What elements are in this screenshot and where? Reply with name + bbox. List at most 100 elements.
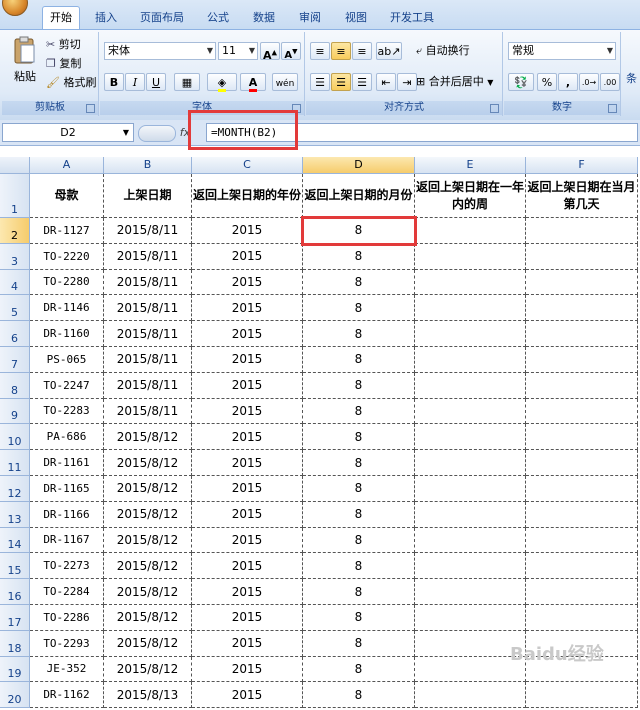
header-cell[interactable]: 返回上架日期的月份 (303, 174, 415, 218)
table-cell[interactable]: 2015/8/12 (104, 501, 192, 528)
row-header[interactable]: 20 (0, 682, 30, 709)
row-header[interactable]: 3 (0, 243, 30, 270)
office-button[interactable] (0, 0, 30, 18)
table-cell[interactable]: 2015 (192, 218, 303, 244)
table-cell[interactable]: 2015 (192, 269, 303, 296)
table-cell[interactable]: 2015 (192, 605, 303, 631)
table-cell[interactable] (526, 682, 638, 709)
table-cell[interactable]: 2015/8/12 (104, 450, 192, 476)
table-cell[interactable] (526, 372, 638, 399)
table-cell[interactable]: 2015/8/12 (104, 579, 192, 605)
align-center-button[interactable]: ☰ (331, 73, 351, 91)
table-cell[interactable]: PA-686 (30, 424, 104, 451)
align-right-button[interactable]: ☰ (352, 73, 372, 91)
table-cell[interactable]: 2015 (192, 476, 303, 502)
percent-button[interactable]: % (537, 73, 557, 91)
column-header-f[interactable]: F (526, 157, 638, 174)
table-cell[interactable]: 2015/8/11 (104, 347, 192, 373)
number-format-combo[interactable]: 常规 ▼ (508, 42, 616, 60)
table-cell[interactable]: 2015 (192, 398, 303, 425)
table-cell[interactable] (526, 605, 638, 631)
table-cell[interactable]: TO-2293 (30, 630, 104, 657)
table-cell[interactable]: 2015/8/12 (104, 605, 192, 631)
header-cell[interactable]: 母款 (30, 174, 104, 218)
table-cell[interactable]: TO-2284 (30, 579, 104, 605)
table-cell[interactable]: 8 (303, 605, 415, 631)
table-cell[interactable]: 2015 (192, 243, 303, 270)
table-cell[interactable]: 2015/8/12 (104, 630, 192, 657)
tab-insert[interactable]: 插入 (88, 8, 124, 28)
table-cell[interactable] (415, 682, 526, 709)
table-cell[interactable]: TO-2286 (30, 605, 104, 631)
decrease-indent-button[interactable]: ⇤ (376, 73, 396, 91)
comma-button[interactable]: , (558, 73, 578, 91)
cut-button[interactable]: ✂ 剪切 (46, 36, 81, 54)
table-cell[interactable] (526, 450, 638, 476)
table-cell[interactable] (526, 295, 638, 322)
italic-button[interactable]: I (125, 73, 145, 91)
row-header[interactable]: 9 (0, 398, 30, 425)
table-cell[interactable] (526, 398, 638, 425)
table-cell[interactable] (526, 347, 638, 373)
table-cell[interactable] (415, 269, 526, 296)
table-cell[interactable]: 2015/8/11 (104, 269, 192, 296)
row-header[interactable]: 6 (0, 321, 30, 347)
table-cell[interactable]: 2015/8/12 (104, 527, 192, 554)
table-cell[interactable]: 2015 (192, 656, 303, 683)
paste-button[interactable]: 粘贴 (8, 36, 42, 94)
table-cell[interactable] (526, 321, 638, 347)
row-header[interactable]: 18 (0, 630, 30, 657)
table-cell[interactable]: TO-2220 (30, 243, 104, 270)
table-cell[interactable]: 2015 (192, 501, 303, 528)
table-cell[interactable] (415, 218, 526, 244)
table-cell[interactable]: TO-2247 (30, 372, 104, 399)
table-cell[interactable]: 8 (303, 243, 415, 270)
tab-home[interactable]: 开始 (42, 6, 80, 30)
row-header[interactable]: 11 (0, 450, 30, 476)
table-cell[interactable]: DR-1127 (30, 218, 104, 244)
row-header[interactable]: 1 (0, 174, 30, 218)
table-cell[interactable]: 8 (303, 295, 415, 322)
row-header[interactable]: 10 (0, 424, 30, 451)
orientation-button[interactable]: ab↗ (376, 42, 402, 60)
table-cell[interactable] (415, 321, 526, 347)
table-cell[interactable]: 2015 (192, 527, 303, 554)
table-cell[interactable]: 2015 (192, 372, 303, 399)
table-cell[interactable] (415, 372, 526, 399)
row-header[interactable]: 5 (0, 295, 30, 322)
table-cell[interactable]: DR-1162 (30, 682, 104, 709)
table-cell[interactable] (415, 579, 526, 605)
font-size-combo[interactable]: 11 ▼ (218, 42, 258, 60)
table-cell[interactable]: 2015 (192, 295, 303, 322)
table-cell[interactable] (526, 424, 638, 451)
font-color-button[interactable]: A (240, 73, 266, 92)
table-cell[interactable]: 8 (303, 553, 415, 580)
table-cell[interactable]: 2015/8/11 (104, 295, 192, 322)
table-cell[interactable] (526, 553, 638, 580)
table-cell[interactable]: DR-1160 (30, 321, 104, 347)
table-cell[interactable]: 2015 (192, 682, 303, 709)
row-header[interactable]: 2 (0, 218, 30, 244)
table-cell[interactable] (415, 398, 526, 425)
table-cell[interactable]: 8 (303, 347, 415, 373)
table-cell[interactable]: 2015/8/11 (104, 218, 192, 244)
table-cell[interactable]: 2015/8/13 (104, 682, 192, 709)
table-cell[interactable]: 8 (303, 424, 415, 451)
header-cell[interactable]: 返回上架日期在当月第几天 (526, 174, 638, 218)
table-cell[interactable] (415, 424, 526, 451)
table-cell[interactable]: 2015 (192, 553, 303, 580)
increase-indent-button[interactable]: ⇥ (397, 73, 417, 91)
align-bottom-button[interactable]: ≡ (352, 42, 372, 60)
table-cell[interactable]: 2015/8/12 (104, 424, 192, 451)
header-cell[interactable]: 上架日期 (104, 174, 192, 218)
table-cell[interactable]: 8 (303, 321, 415, 347)
row-header[interactable]: 12 (0, 476, 30, 502)
table-cell[interactable]: 8 (303, 579, 415, 605)
table-cell[interactable] (415, 527, 526, 554)
table-cell[interactable]: 2015 (192, 630, 303, 657)
alignment-launcher-icon[interactable] (490, 104, 499, 113)
table-cell[interactable]: 8 (303, 398, 415, 425)
table-cell[interactable] (415, 243, 526, 270)
tab-developer[interactable]: 开发工具 (384, 8, 440, 28)
table-cell[interactable] (526, 579, 638, 605)
